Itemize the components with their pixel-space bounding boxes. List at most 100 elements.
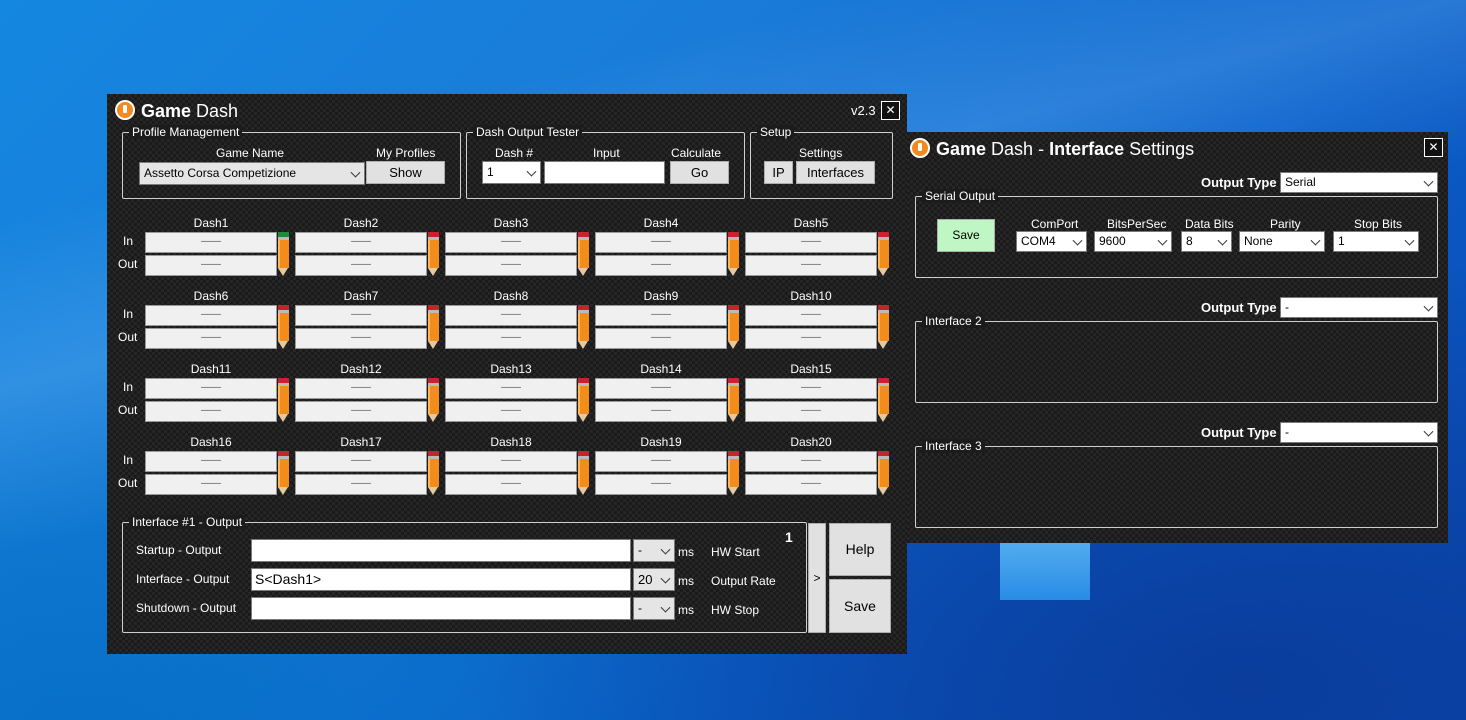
databits-select[interactable]: 8: [1181, 231, 1232, 252]
dash-in-display: ——: [595, 232, 727, 253]
dash-title: Dash11: [190, 362, 232, 376]
pencil-point: [578, 414, 588, 422]
pencil-edit-icon[interactable]: [728, 451, 739, 495]
dash-out-display: ——: [595, 474, 727, 495]
group-label: Interface 2: [922, 314, 985, 328]
pencil-edit-icon[interactable]: [278, 305, 289, 349]
serial-save-button[interactable]: Save: [937, 219, 995, 252]
dash-out-display: ——: [145, 255, 277, 276]
pencil-edit-icon[interactable]: [878, 378, 889, 422]
shutdown-output-field[interactable]: [251, 597, 631, 620]
pencil-edit-icon[interactable]: [278, 232, 289, 276]
dash-in-display: ——: [295, 451, 427, 472]
dash-in-display: ——: [595, 305, 727, 326]
dash-title: Dash10: [790, 289, 832, 303]
chevron-down-icon: [660, 544, 671, 555]
chevron-down-icon: [1423, 301, 1434, 312]
pencil-edit-icon[interactable]: [578, 378, 589, 422]
pencil-edit-icon[interactable]: [428, 305, 439, 349]
pencil-edit-icon[interactable]: [728, 378, 739, 422]
pencil-edit-icon[interactable]: [428, 451, 439, 495]
interface-3-group: Interface 3: [915, 439, 1438, 528]
group-label: Interface #1 - Output: [129, 515, 246, 529]
pencil-body: [428, 313, 439, 341]
pencil-body: [728, 313, 739, 341]
parity-label: Parity: [1270, 217, 1301, 231]
window-title: Game Dash - Interface Settings: [936, 139, 1195, 159]
pencil-edit-icon[interactable]: [278, 451, 289, 495]
parity-value: None: [1244, 234, 1273, 248]
dash-title: Dash15: [790, 362, 832, 376]
pencil-point: [728, 268, 738, 276]
dash-title: Dash5: [793, 216, 829, 230]
dash-out-display: ——: [745, 474, 877, 495]
dash-in-display: ——: [445, 451, 577, 472]
pencil-edit-icon[interactable]: [578, 232, 589, 276]
close-button[interactable]: ✕: [1424, 138, 1443, 157]
chevron-down-icon: [660, 602, 671, 613]
pencil-edit-icon[interactable]: [728, 232, 739, 276]
dash-in-display: ——: [445, 378, 577, 399]
pencil-point: [578, 487, 588, 495]
dash-in-display: ——: [745, 232, 877, 253]
output-type-select-1[interactable]: Serial: [1280, 172, 1438, 193]
pencil-body: [428, 386, 439, 414]
pencil-point: [578, 341, 588, 349]
pencil-edit-icon[interactable]: [428, 378, 439, 422]
startup-ms-select[interactable]: -: [633, 539, 675, 562]
dash-title: Dash3: [493, 216, 529, 230]
help-button[interactable]: Help: [829, 523, 891, 576]
dash-in-display: ——: [595, 378, 727, 399]
pencil-point: [428, 487, 438, 495]
comport-value: COM4: [1021, 234, 1056, 248]
parity-select[interactable]: None: [1239, 231, 1325, 252]
dash-out-display: ——: [445, 328, 577, 349]
pencil-point: [878, 268, 888, 276]
pencil-body: [578, 240, 589, 268]
pencil-edit-icon[interactable]: [578, 305, 589, 349]
pencil-edit-icon[interactable]: [728, 305, 739, 349]
dash-out-display: ——: [745, 328, 877, 349]
next-interface-button[interactable]: >: [808, 523, 826, 633]
pencil-point: [728, 414, 738, 422]
pencil-edit-icon[interactable]: [878, 232, 889, 276]
comport-select[interactable]: COM4: [1016, 231, 1087, 252]
dash-in-display: ——: [745, 451, 877, 472]
pencil-edit-icon[interactable]: [878, 451, 889, 495]
dash-out-display: ——: [295, 474, 427, 495]
stopbits-select[interactable]: 1: [1333, 231, 1419, 252]
dash-out-display: ——: [595, 328, 727, 349]
pencil-body: [878, 459, 889, 487]
chevron-down-icon: [1310, 235, 1321, 246]
pencil-point: [878, 414, 888, 422]
bitspersec-select[interactable]: 9600: [1094, 231, 1172, 252]
dash-title: Dash12: [340, 362, 382, 376]
interface-output-field[interactable]: S<Dash1>: [251, 568, 631, 591]
chevron-down-icon: [1423, 426, 1434, 437]
dash-title: Dash4: [643, 216, 679, 230]
pencil-edit-icon[interactable]: [428, 232, 439, 276]
out-row-label: Out: [118, 403, 138, 417]
save-button[interactable]: Save: [829, 579, 891, 633]
ms-unit-label: ms: [678, 545, 694, 559]
pencil-edit-icon[interactable]: [578, 451, 589, 495]
pencil-body: [578, 313, 589, 341]
startup-output-field[interactable]: [251, 539, 631, 562]
pencil-edit-icon[interactable]: [278, 378, 289, 422]
shutdown-ms-select[interactable]: -: [633, 597, 675, 620]
pencil-point: [578, 268, 588, 276]
output-type-select-3[interactable]: -: [1280, 422, 1438, 443]
dash-grid: Dash1 —— —— In Out Dash2 —— —— Dash3 —— —— Dash4 —— —…: [107, 94, 907, 514]
dash-out-display: ——: [295, 401, 427, 422]
dash-title: Dash20: [790, 435, 832, 449]
bitspersec-value: 9600: [1099, 234, 1126, 248]
pencil-point: [428, 414, 438, 422]
pencil-edit-icon[interactable]: [878, 305, 889, 349]
pencil-body: [278, 459, 289, 487]
wallpaper-highlight: [1000, 540, 1090, 600]
stopbits-label: Stop Bits: [1354, 217, 1403, 231]
bitspersec-label: BitsPerSec: [1107, 217, 1167, 231]
output-rate-select[interactable]: 20: [633, 568, 675, 591]
output-type-select-2[interactable]: -: [1280, 297, 1438, 318]
pencil-body: [278, 240, 289, 268]
